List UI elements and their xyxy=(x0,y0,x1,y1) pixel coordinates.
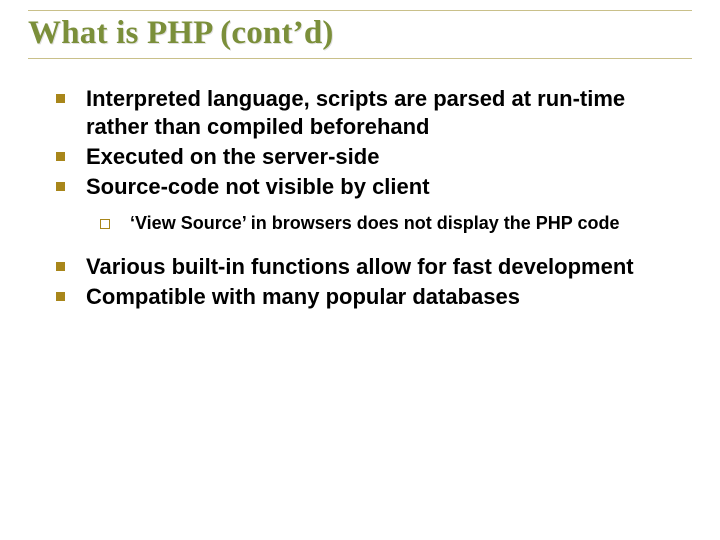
slide-title: What is PHP (cont’d) xyxy=(28,15,692,52)
bullet-text: Various built-in functions allow for fas… xyxy=(86,254,634,279)
bullet-text: Executed on the server-side xyxy=(86,144,379,169)
title-bar: What is PHP (cont’d) xyxy=(28,10,692,59)
bullet-list: Interpreted language, scripts are parsed… xyxy=(56,85,682,311)
list-item: Executed on the server-side xyxy=(56,143,682,171)
list-item: Compatible with many popular databases xyxy=(56,283,682,311)
list-item: Source-code not visible by client ‘View … xyxy=(56,173,682,234)
bullet-text: ‘View Source’ in browsers does not displ… xyxy=(130,213,619,233)
bullet-text: Compatible with many popular databases xyxy=(86,284,520,309)
slide-content: Interpreted language, scripts are parsed… xyxy=(28,85,692,311)
bullet-text: Interpreted language, scripts are parsed… xyxy=(86,86,625,139)
sub-bullet-list: ‘View Source’ in browsers does not displ… xyxy=(86,212,682,235)
list-item: Various built-in functions allow for fas… xyxy=(56,253,682,281)
slide: What is PHP (cont’d) Interpreted languag… xyxy=(0,0,720,540)
list-item: ‘View Source’ in browsers does not displ… xyxy=(100,212,682,235)
list-item: Interpreted language, scripts are parsed… xyxy=(56,85,682,141)
bullet-text: Source-code not visible by client xyxy=(86,174,430,199)
